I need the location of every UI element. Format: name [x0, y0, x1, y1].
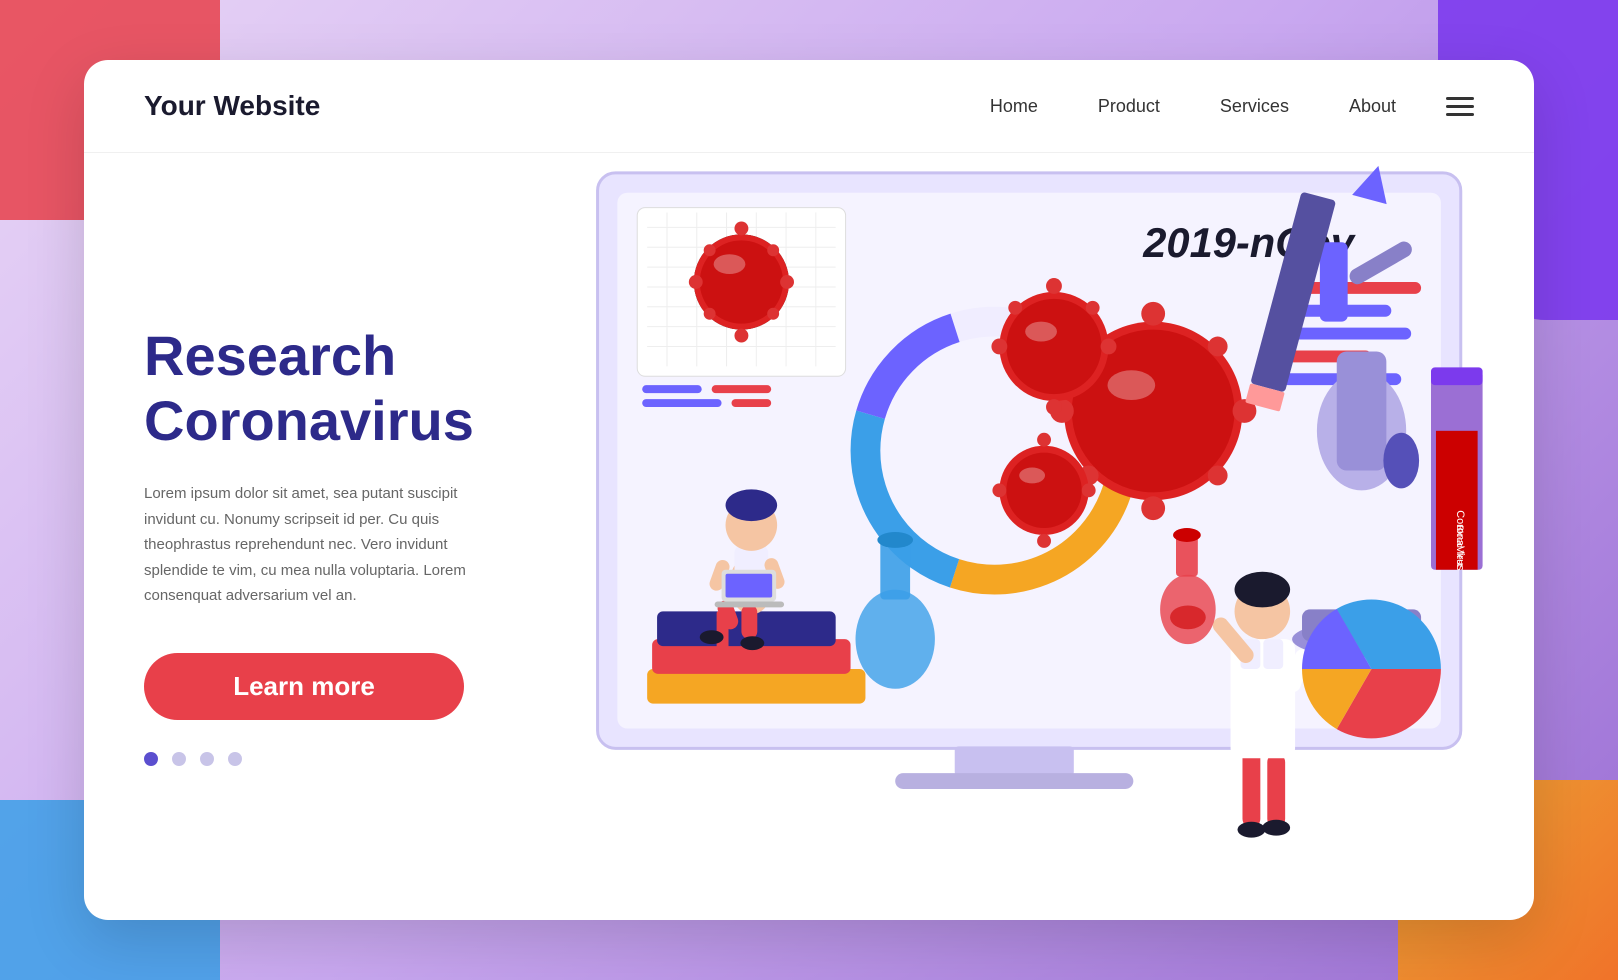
- hero-headline: Research Coronavirus: [144, 324, 504, 453]
- nav-link-product[interactable]: Product: [1098, 96, 1160, 116]
- nav-item-about[interactable]: About: [1349, 96, 1396, 117]
- headline-line1: Research: [144, 324, 396, 387]
- nav-link-about[interactable]: About: [1349, 96, 1396, 116]
- dot-4[interactable]: [228, 752, 242, 766]
- nav-item-home[interactable]: Home: [990, 96, 1038, 117]
- nav-link-home[interactable]: Home: [990, 96, 1038, 116]
- hero-description: Lorem ipsum dolor sit amet, sea putant s…: [144, 481, 504, 609]
- nav-link-services[interactable]: Services: [1220, 96, 1289, 116]
- site-logo: Your Website: [144, 90, 320, 122]
- navbar: Your Website Home Product Services About: [84, 60, 1534, 153]
- dot-2[interactable]: [172, 752, 186, 766]
- hero-illustration: 2019-nCov: [564, 153, 1534, 917]
- dot-3[interactable]: [200, 752, 214, 766]
- nav-item-services[interactable]: Services: [1220, 96, 1289, 117]
- dot-1[interactable]: [144, 752, 158, 766]
- svg-text:Blood Test: Blood Test: [1455, 525, 1465, 567]
- carousel-dots: [144, 752, 504, 766]
- left-panel: Research Coronavirus Lorem ipsum dolor s…: [84, 153, 564, 917]
- main-content: Research Coronavirus Lorem ipsum dolor s…: [84, 153, 1534, 917]
- nav-item-product[interactable]: Product: [1098, 96, 1160, 117]
- hamburger-line-3: [1446, 113, 1474, 116]
- hamburger-line-1: [1446, 97, 1474, 100]
- learn-more-button[interactable]: Learn more: [144, 653, 464, 720]
- hamburger-menu[interactable]: [1446, 97, 1474, 116]
- hamburger-line-2: [1446, 105, 1474, 108]
- headline-line2: Coronavirus: [144, 389, 474, 452]
- right-panel: 2019-nCov: [564, 153, 1534, 917]
- nav-links: Home Product Services About: [990, 96, 1396, 117]
- main-card: Your Website Home Product Services About: [84, 60, 1534, 920]
